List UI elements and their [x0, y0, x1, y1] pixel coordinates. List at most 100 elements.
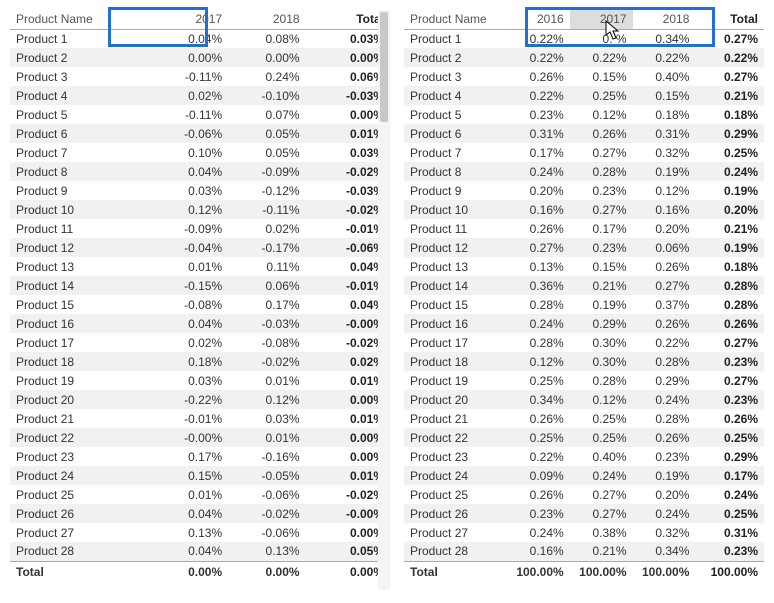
- cell-value: 0.24%: [570, 466, 633, 485]
- cell-value: 0.04%: [151, 314, 228, 333]
- col-header-total[interactable]: Total: [695, 10, 764, 29]
- col-header-year-2016[interactable]: 2016: [507, 10, 570, 29]
- col-header-product-name[interactable]: Product Name: [10, 10, 151, 29]
- table-row[interactable]: Product 180.18%-0.02%0.02%: [10, 352, 390, 371]
- table-row[interactable]: Product 12-0.04%-0.17%-0.06%: [10, 238, 390, 257]
- table-row[interactable]: Product 160.24%0.29%0.26%0.26%: [404, 314, 764, 333]
- table-row[interactable]: Product 210.26%0.25%0.28%0.26%: [404, 409, 764, 428]
- table-row[interactable]: Product 6-0.06%0.05%0.01%: [10, 124, 390, 143]
- table-row[interactable]: Product 20-0.22%0.12%0.00%: [10, 390, 390, 409]
- cell-product-name: Product 8: [10, 162, 151, 181]
- table-row[interactable]: Product 230.22%0.40%0.23%0.29%: [404, 447, 764, 466]
- table-row[interactable]: Product 280.04%0.13%0.05%: [10, 542, 390, 561]
- table-row[interactable]: Product 120.27%0.23%0.06%0.19%: [404, 238, 764, 257]
- col-header-year-2018[interactable]: 2018: [228, 10, 305, 29]
- cell-total: 0.24%: [695, 485, 764, 504]
- table-row[interactable]: Product 3-0.11%0.24%0.06%: [10, 67, 390, 86]
- cell-value: 0.21%: [570, 542, 633, 561]
- col-header-year-2017[interactable]: 2017: [570, 10, 633, 29]
- table-row[interactable]: Product 270.13%-0.06%0.00%: [10, 523, 390, 542]
- table-row[interactable]: Product 20.22%0.22%0.22%0.22%: [404, 48, 764, 67]
- scrollbar-thumb[interactable]: [380, 12, 388, 122]
- table-row[interactable]: Product 220.25%0.25%0.26%0.25%: [404, 428, 764, 447]
- table-row[interactable]: Product 50.23%0.12%0.18%0.18%: [404, 105, 764, 124]
- table-row[interactable]: Product 90.03%-0.12%-0.03%: [10, 181, 390, 200]
- col-header-year-2017[interactable]: 2017: [151, 10, 228, 29]
- table-row[interactable]: Product 100.16%0.27%0.16%0.20%: [404, 200, 764, 219]
- table-row[interactable]: Product 250.26%0.27%0.20%0.24%: [404, 485, 764, 504]
- table-row[interactable]: Product 80.04%-0.09%-0.02%: [10, 162, 390, 181]
- table-row[interactable]: Product 230.17%-0.16%0.00%: [10, 447, 390, 466]
- cell-value: 0.02%: [228, 219, 305, 238]
- table-row[interactable]: Product 10.22%0. %0.34%0.27%: [404, 29, 764, 48]
- cell-product-name: Product 20: [404, 390, 507, 409]
- cell-value: 0.13%: [228, 542, 305, 561]
- table-row[interactable]: Product 170.28%0.30%0.22%0.27%: [404, 333, 764, 352]
- cell-total: 0.27%: [695, 67, 764, 86]
- table-row[interactable]: Product 170.02%-0.08%-0.02%: [10, 333, 390, 352]
- table-row[interactable]: Product 21-0.01%0.03%0.01%: [10, 409, 390, 428]
- table-row[interactable]: Product 110.26%0.17%0.20%0.21%: [404, 219, 764, 238]
- table-row[interactable]: Product 190.03%0.01%0.01%: [10, 371, 390, 390]
- table-row[interactable]: Product 80.24%0.28%0.19%0.24%: [404, 162, 764, 181]
- table-row[interactable]: Product 40.02%-0.10%-0.03%: [10, 86, 390, 105]
- table-row[interactable]: Product 260.23%0.27%0.24%0.25%: [404, 504, 764, 523]
- cell-value: 0.28%: [633, 352, 696, 371]
- cell-value: 0.16%: [507, 200, 570, 219]
- col-header-year-2018[interactable]: 2018: [633, 10, 696, 29]
- table-row[interactable]: Product 30.26%0.15%0.40%0.27%: [404, 67, 764, 86]
- table-row[interactable]: Product 70.17%0.27%0.32%0.25%: [404, 143, 764, 162]
- table-row[interactable]: Product 11-0.09%0.02%-0.01%: [10, 219, 390, 238]
- left-scrollbar[interactable]: [378, 10, 390, 590]
- cell-value: 0.12%: [507, 352, 570, 371]
- cell-value: 0.01%: [151, 485, 228, 504]
- cell-product-name: Product 28: [404, 542, 507, 561]
- table-row[interactable]: Product 250.01%-0.06%-0.02%: [10, 485, 390, 504]
- cell-total: 0.29%: [695, 124, 764, 143]
- cell-value: 0.13%: [507, 257, 570, 276]
- table-row[interactable]: Product 280.16%0.21%0.34%0.23%: [404, 542, 764, 561]
- table-row[interactable]: Product 240.15%-0.05%0.01%: [10, 466, 390, 485]
- cell-value: 0.03%: [151, 371, 228, 390]
- cell-product-name: Product 24: [10, 466, 151, 485]
- table-row[interactable]: Product 150.28%0.19%0.37%0.28%: [404, 295, 764, 314]
- cell-value: 0.04%: [151, 504, 228, 523]
- table-row[interactable]: Product 60.31%0.26%0.31%0.29%: [404, 124, 764, 143]
- table-row[interactable]: Product 240.09%0.24%0.19%0.17%: [404, 466, 764, 485]
- table-row[interactable]: Product 10.04%0.08%0.03%: [10, 29, 390, 48]
- table-row[interactable]: Product 140.36%0.21%0.27%0.28%: [404, 276, 764, 295]
- cell-value: 0.27%: [507, 238, 570, 257]
- table-row[interactable]: Product 15-0.08%0.17%0.04%: [10, 295, 390, 314]
- table-row[interactable]: Product 22-0.00%0.01%0.00%: [10, 428, 390, 447]
- cell-product-name: Product 25: [10, 485, 151, 504]
- cell-value: 0.18%: [151, 352, 228, 371]
- cell-value: 0.28%: [507, 295, 570, 314]
- table-row[interactable]: Product 5-0.11%0.07%0.00%: [10, 105, 390, 124]
- cell-value: -0.22%: [151, 390, 228, 409]
- table-row[interactable]: Product 180.12%0.30%0.28%0.23%: [404, 352, 764, 371]
- cell-value: 0.26%: [507, 409, 570, 428]
- table-row[interactable]: Product 14-0.15%0.06%-0.01%: [10, 276, 390, 295]
- table-row[interactable]: Product 20.00%0.00%0.00%: [10, 48, 390, 67]
- cell-product-name: Product 8: [404, 162, 507, 181]
- table-row[interactable]: Product 190.25%0.28%0.29%0.27%: [404, 371, 764, 390]
- cell-product-name: Product 11: [404, 219, 507, 238]
- col-header-product-name[interactable]: Product Name: [404, 10, 507, 29]
- cell-value: 0.12%: [570, 390, 633, 409]
- table-row[interactable]: Product 260.04%-0.02%-0.00%: [10, 504, 390, 523]
- table-row[interactable]: Product 90.20%0.23%0.12%0.19%: [404, 181, 764, 200]
- table-row[interactable]: Product 100.12%-0.11%-0.02%: [10, 200, 390, 219]
- cell-product-name: Product 3: [10, 67, 151, 86]
- table-row[interactable]: Product 270.24%0.38%0.32%0.31%: [404, 523, 764, 542]
- table-row[interactable]: Product 70.10%0.05%0.03%: [10, 143, 390, 162]
- cell-value: 0.27%: [570, 485, 633, 504]
- cell-value: 0.24%: [228, 67, 305, 86]
- table-row[interactable]: Product 130.01%0.11%0.04%: [10, 257, 390, 276]
- cell-value: 0.06%: [228, 276, 305, 295]
- table-row[interactable]: Product 200.34%0.12%0.24%0.23%: [404, 390, 764, 409]
- cell-value: 0.17%: [570, 219, 633, 238]
- table-row[interactable]: Product 160.04%-0.03%-0.00%: [10, 314, 390, 333]
- cell-product-name: Product 9: [404, 181, 507, 200]
- table-row[interactable]: Product 130.13%0.15%0.26%0.18%: [404, 257, 764, 276]
- table-row[interactable]: Product 40.22%0.25%0.15%0.21%: [404, 86, 764, 105]
